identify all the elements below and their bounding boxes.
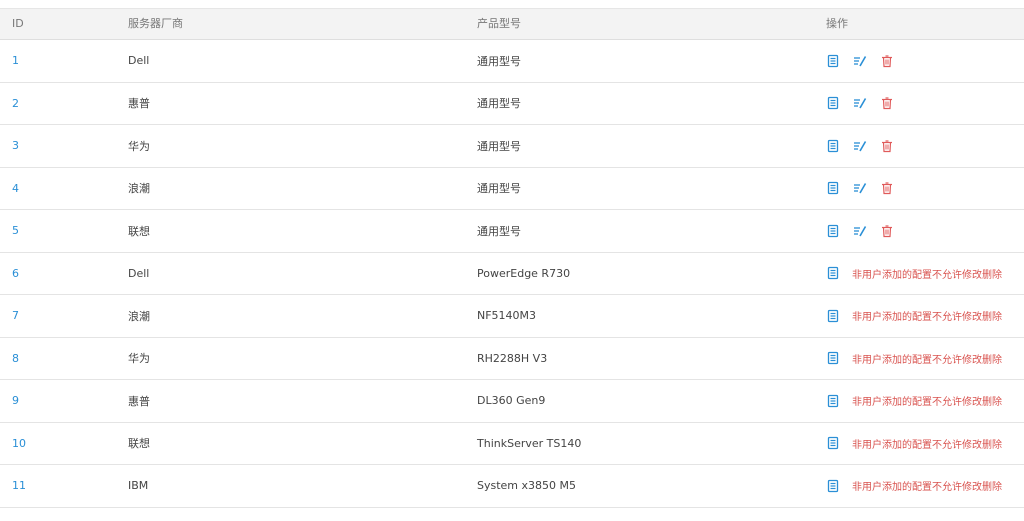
table-row: 11 IBM System x3850 M5 非用户添加的配置不允许修改删除 [0, 465, 1024, 508]
trash-icon[interactable] [880, 181, 894, 195]
model-cell: 通用型号 [477, 182, 521, 196]
actions-cell [826, 40, 907, 82]
row-id-link[interactable]: 2 [12, 83, 19, 125]
header-id: ID [12, 17, 24, 30]
header-actions: 操作 [826, 17, 848, 30]
actions-cell [826, 210, 907, 252]
readonly-note: 非用户添加的配置不允许修改删除 [852, 439, 1002, 451]
vendor-cell: 浪潮 [128, 182, 150, 196]
readonly-note: 非用户添加的配置不允许修改删除 [852, 312, 1002, 324]
vendor-cell: 惠普 [128, 97, 150, 111]
row-id-link[interactable]: 1 [12, 40, 19, 82]
row-id-link[interactable]: 8 [12, 338, 19, 380]
actions-cell: 非用户添加的配置不允许修改删除 [826, 380, 1002, 422]
trash-icon[interactable] [880, 96, 894, 110]
document-icon[interactable] [826, 181, 840, 195]
server-config-table: ID 服务器厂商 产品型号 操作 1 Dell 通用型号 2 惠普 通用型号 3 华为 通用型号… [0, 8, 1024, 508]
document-icon[interactable] [826, 309, 840, 323]
table-row: 10 联想 ThinkServer TS140 非用户添加的配置不允许修改删除 [0, 423, 1024, 465]
document-icon[interactable] [826, 139, 840, 153]
actions-cell [826, 125, 907, 167]
model-cell: NF5140M3 [477, 309, 537, 323]
table-row: 6 Dell PowerEdge R730 非用户添加的配置不允许修改删除 [0, 253, 1024, 295]
actions-cell [826, 168, 907, 210]
row-id-link[interactable]: 11 [12, 465, 26, 507]
readonly-note: 非用户添加的配置不允许修改删除 [852, 397, 1002, 409]
vendor-cell: IBM [128, 479, 149, 493]
vendor-cell: 联想 [128, 224, 150, 238]
table-row: 4 浪潮 通用型号 [0, 168, 1024, 210]
model-cell: System x3850 M5 [477, 479, 577, 493]
trash-icon[interactable] [880, 54, 894, 68]
table-row: 7 浪潮 NF5140M3 非用户添加的配置不允许修改删除 [0, 295, 1024, 338]
actions-cell: 非用户添加的配置不允许修改删除 [826, 338, 1002, 380]
edit-list-icon[interactable] [853, 139, 867, 153]
table-row: 5 联想 通用型号 [0, 210, 1024, 253]
model-cell: DL360 Gen9 [477, 394, 546, 408]
edit-list-icon[interactable] [853, 96, 867, 110]
row-id-link[interactable]: 9 [12, 380, 19, 422]
actions-cell: 非用户添加的配置不允许修改删除 [826, 465, 1002, 507]
edit-list-icon[interactable] [853, 54, 867, 68]
edit-list-icon[interactable] [853, 224, 867, 238]
model-cell: PowerEdge R730 [477, 266, 571, 280]
document-icon[interactable] [826, 224, 840, 238]
model-cell: 通用型号 [477, 54, 521, 68]
trash-icon[interactable] [880, 139, 894, 153]
table-row: 8 华为 RH2288H V3 非用户添加的配置不允许修改删除 [0, 338, 1024, 380]
document-icon[interactable] [826, 54, 840, 68]
header-vendor: 服务器厂商 [128, 17, 183, 30]
row-id-link[interactable]: 10 [12, 423, 26, 465]
readonly-note: 非用户添加的配置不允许修改删除 [852, 269, 1002, 281]
vendor-cell: 华为 [128, 352, 150, 366]
table-row: 9 惠普 DL360 Gen9 非用户添加的配置不允许修改删除 [0, 380, 1024, 423]
readonly-note: 非用户添加的配置不允许修改删除 [852, 354, 1002, 366]
model-cell: ThinkServer TS140 [477, 436, 582, 450]
table-header: ID 服务器厂商 产品型号 操作 [0, 8, 1024, 40]
model-cell: 通用型号 [477, 224, 521, 238]
actions-cell: 非用户添加的配置不允许修改删除 [826, 253, 1002, 295]
row-id-link[interactable]: 5 [12, 210, 19, 252]
vendor-cell: 华为 [128, 139, 150, 153]
document-icon[interactable] [826, 479, 840, 493]
trash-icon[interactable] [880, 224, 894, 238]
table-body: 1 Dell 通用型号 2 惠普 通用型号 3 华为 通用型号 4 浪潮 通用型号 5 联想 通用型号 6 De… [0, 40, 1024, 508]
vendor-cell: Dell [128, 266, 150, 280]
table-row: 3 华为 通用型号 [0, 125, 1024, 168]
vendor-cell: 联想 [128, 437, 150, 451]
row-id-link[interactable]: 4 [12, 168, 19, 210]
row-id-link[interactable]: 7 [12, 295, 19, 337]
table-row: 1 Dell 通用型号 [0, 40, 1024, 83]
row-id-link[interactable]: 3 [12, 125, 19, 167]
model-cell: RH2288H V3 [477, 351, 548, 365]
actions-cell: 非用户添加的配置不允许修改删除 [826, 423, 1002, 465]
edit-list-icon[interactable] [853, 181, 867, 195]
model-cell: 通用型号 [477, 139, 521, 153]
document-icon[interactable] [826, 266, 840, 280]
table-row: 2 惠普 通用型号 [0, 83, 1024, 125]
document-icon[interactable] [826, 394, 840, 408]
document-icon[interactable] [826, 351, 840, 365]
vendor-cell: 惠普 [128, 394, 150, 408]
readonly-note: 非用户添加的配置不允许修改删除 [852, 482, 1002, 494]
vendor-cell: Dell [128, 54, 150, 68]
actions-cell [826, 83, 907, 125]
vendor-cell: 浪潮 [128, 309, 150, 323]
row-id-link[interactable]: 6 [12, 253, 19, 295]
document-icon[interactable] [826, 436, 840, 450]
model-cell: 通用型号 [477, 97, 521, 111]
document-icon[interactable] [826, 96, 840, 110]
header-model: 产品型号 [477, 17, 521, 30]
actions-cell: 非用户添加的配置不允许修改删除 [826, 295, 1002, 337]
